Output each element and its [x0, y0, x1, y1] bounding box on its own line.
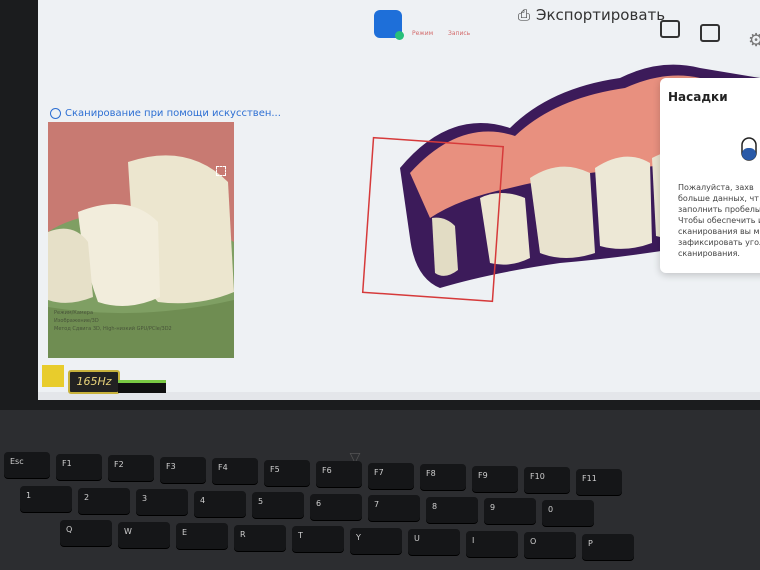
key-label: F6: [322, 466, 332, 475]
key-label: F8: [426, 469, 436, 478]
key-label: F3: [166, 461, 176, 471]
laptop-screen: Режим Запись ⎙ Экспортировать ⚙ Сканиров…: [38, 0, 760, 400]
key-label: 2: [84, 492, 90, 502]
key-label: F5: [270, 464, 280, 474]
key-0[interactable]: 0: [542, 499, 594, 526]
key-4[interactable]: 4: [194, 490, 246, 517]
key-label: 1: [26, 491, 32, 500]
scanner-tip-icon[interactable]: [740, 136, 758, 162]
key-5[interactable]: 5: [252, 492, 304, 518]
key-y[interactable]: Y: [350, 527, 402, 554]
taskbar: [38, 392, 760, 400]
key-f3[interactable]: F3: [160, 456, 206, 483]
gallery-icon[interactable]: [700, 24, 720, 42]
key-label: I: [472, 535, 475, 545]
key-f2[interactable]: F2: [108, 455, 154, 481]
key-label: 0: [548, 504, 554, 514]
key-label: Q: [66, 525, 73, 534]
status-dot-icon: [395, 31, 404, 40]
ai-scan-title[interactable]: Сканирование при помощи искусствен...: [50, 108, 281, 119]
key-label: 5: [258, 497, 264, 506]
key-label: F7: [374, 467, 384, 477]
key-8[interactable]: 8: [426, 496, 478, 523]
key-e[interactable]: E: [176, 523, 228, 549]
key-6[interactable]: 6: [310, 493, 362, 520]
key-o[interactable]: O: [524, 532, 576, 558]
key-2[interactable]: 2: [78, 487, 130, 514]
key-label: 6: [316, 498, 322, 508]
mode-label: Режим: [412, 30, 434, 37]
camera-icon[interactable]: [660, 20, 680, 38]
key-7[interactable]: 7: [368, 495, 420, 521]
key-f9[interactable]: F9: [472, 465, 518, 492]
key-label: F11: [582, 473, 597, 483]
key-label: 9: [490, 503, 496, 512]
key-esc[interactable]: Esc: [4, 452, 50, 478]
key-f4[interactable]: F4: [212, 458, 258, 484]
key-p[interactable]: P: [582, 533, 634, 560]
key-f7[interactable]: F7: [368, 462, 414, 489]
key-3[interactable]: 3: [136, 489, 188, 515]
key-f5[interactable]: F5: [264, 459, 310, 486]
key-w[interactable]: W: [118, 521, 170, 548]
key-label: O: [530, 537, 537, 546]
key-label: P: [588, 538, 593, 548]
key-q[interactable]: Q: [60, 520, 112, 546]
nozzle-panel-title: Насадки: [668, 90, 728, 104]
key-f1[interactable]: F1: [56, 453, 102, 480]
export-button[interactable]: ⎙ Экспортировать: [518, 6, 665, 24]
key-label: W: [124, 526, 132, 536]
export-icon: ⎙: [518, 6, 531, 24]
key-r[interactable]: R: [234, 524, 286, 551]
key-label: 8: [432, 501, 438, 511]
app-mode-icon[interactable]: [374, 10, 404, 40]
nozzle-instructions: Пожалуйста, захв больше данных, чт запол…: [678, 183, 760, 258]
key-label: E: [182, 528, 188, 537]
record-label: Запись: [448, 30, 471, 37]
nozzle-panel: Насадки Пожалуйста, захв больше данных, …: [660, 78, 760, 273]
key-1[interactable]: 1: [20, 486, 72, 512]
key-label: Y: [356, 532, 361, 542]
camera-preview: Режим/Камера Изображение/3D Метод Сдвига…: [48, 122, 234, 358]
key-label: 4: [200, 495, 206, 505]
key-u[interactable]: U: [408, 529, 460, 555]
camera-info-line: Режим/Камера: [54, 310, 94, 316]
key-label: T: [298, 531, 303, 540]
key-label: 3: [142, 494, 148, 503]
key-label: 7: [374, 500, 380, 509]
key-label: F10: [530, 472, 545, 481]
key-label: R: [240, 529, 246, 539]
brand-sticker: [42, 365, 64, 387]
key-f10[interactable]: F10: [524, 467, 570, 493]
expand-icon[interactable]: [216, 166, 226, 176]
key-label: Esc: [10, 457, 24, 466]
key-f11[interactable]: F11: [576, 468, 622, 495]
key-i[interactable]: I: [466, 530, 518, 557]
refresh-rate-sticker: 165Hz: [68, 370, 120, 394]
key-t[interactable]: T: [292, 526, 344, 552]
key-label: F2: [114, 460, 124, 469]
key-label: F1: [62, 458, 72, 468]
key-label: U: [414, 534, 420, 543]
key-f8[interactable]: F8: [420, 464, 466, 490]
camera-info-line: Изображение/3D: [54, 318, 99, 324]
camera-info-line: Метод Сдвига 3D, High-низкий GPU/PCle/3D…: [54, 326, 172, 332]
key-label: F4: [218, 463, 228, 472]
key-f6[interactable]: F6: [316, 461, 362, 487]
gpu-sticker: [118, 380, 166, 393]
ai-icon: [50, 108, 61, 119]
key-label: F9: [478, 470, 488, 480]
laptop-keyboard: ▽ Esc F1 F2 F3 F4 F5 F6 F7 F8 F9 F10 F11 1 2 3 4 5 6 7 8 9 0 Q…: [0, 410, 760, 570]
top-toolbar: Режим Запись ⎙ Экспортировать ⚙: [38, 0, 760, 51]
key-9[interactable]: 9: [484, 498, 536, 524]
